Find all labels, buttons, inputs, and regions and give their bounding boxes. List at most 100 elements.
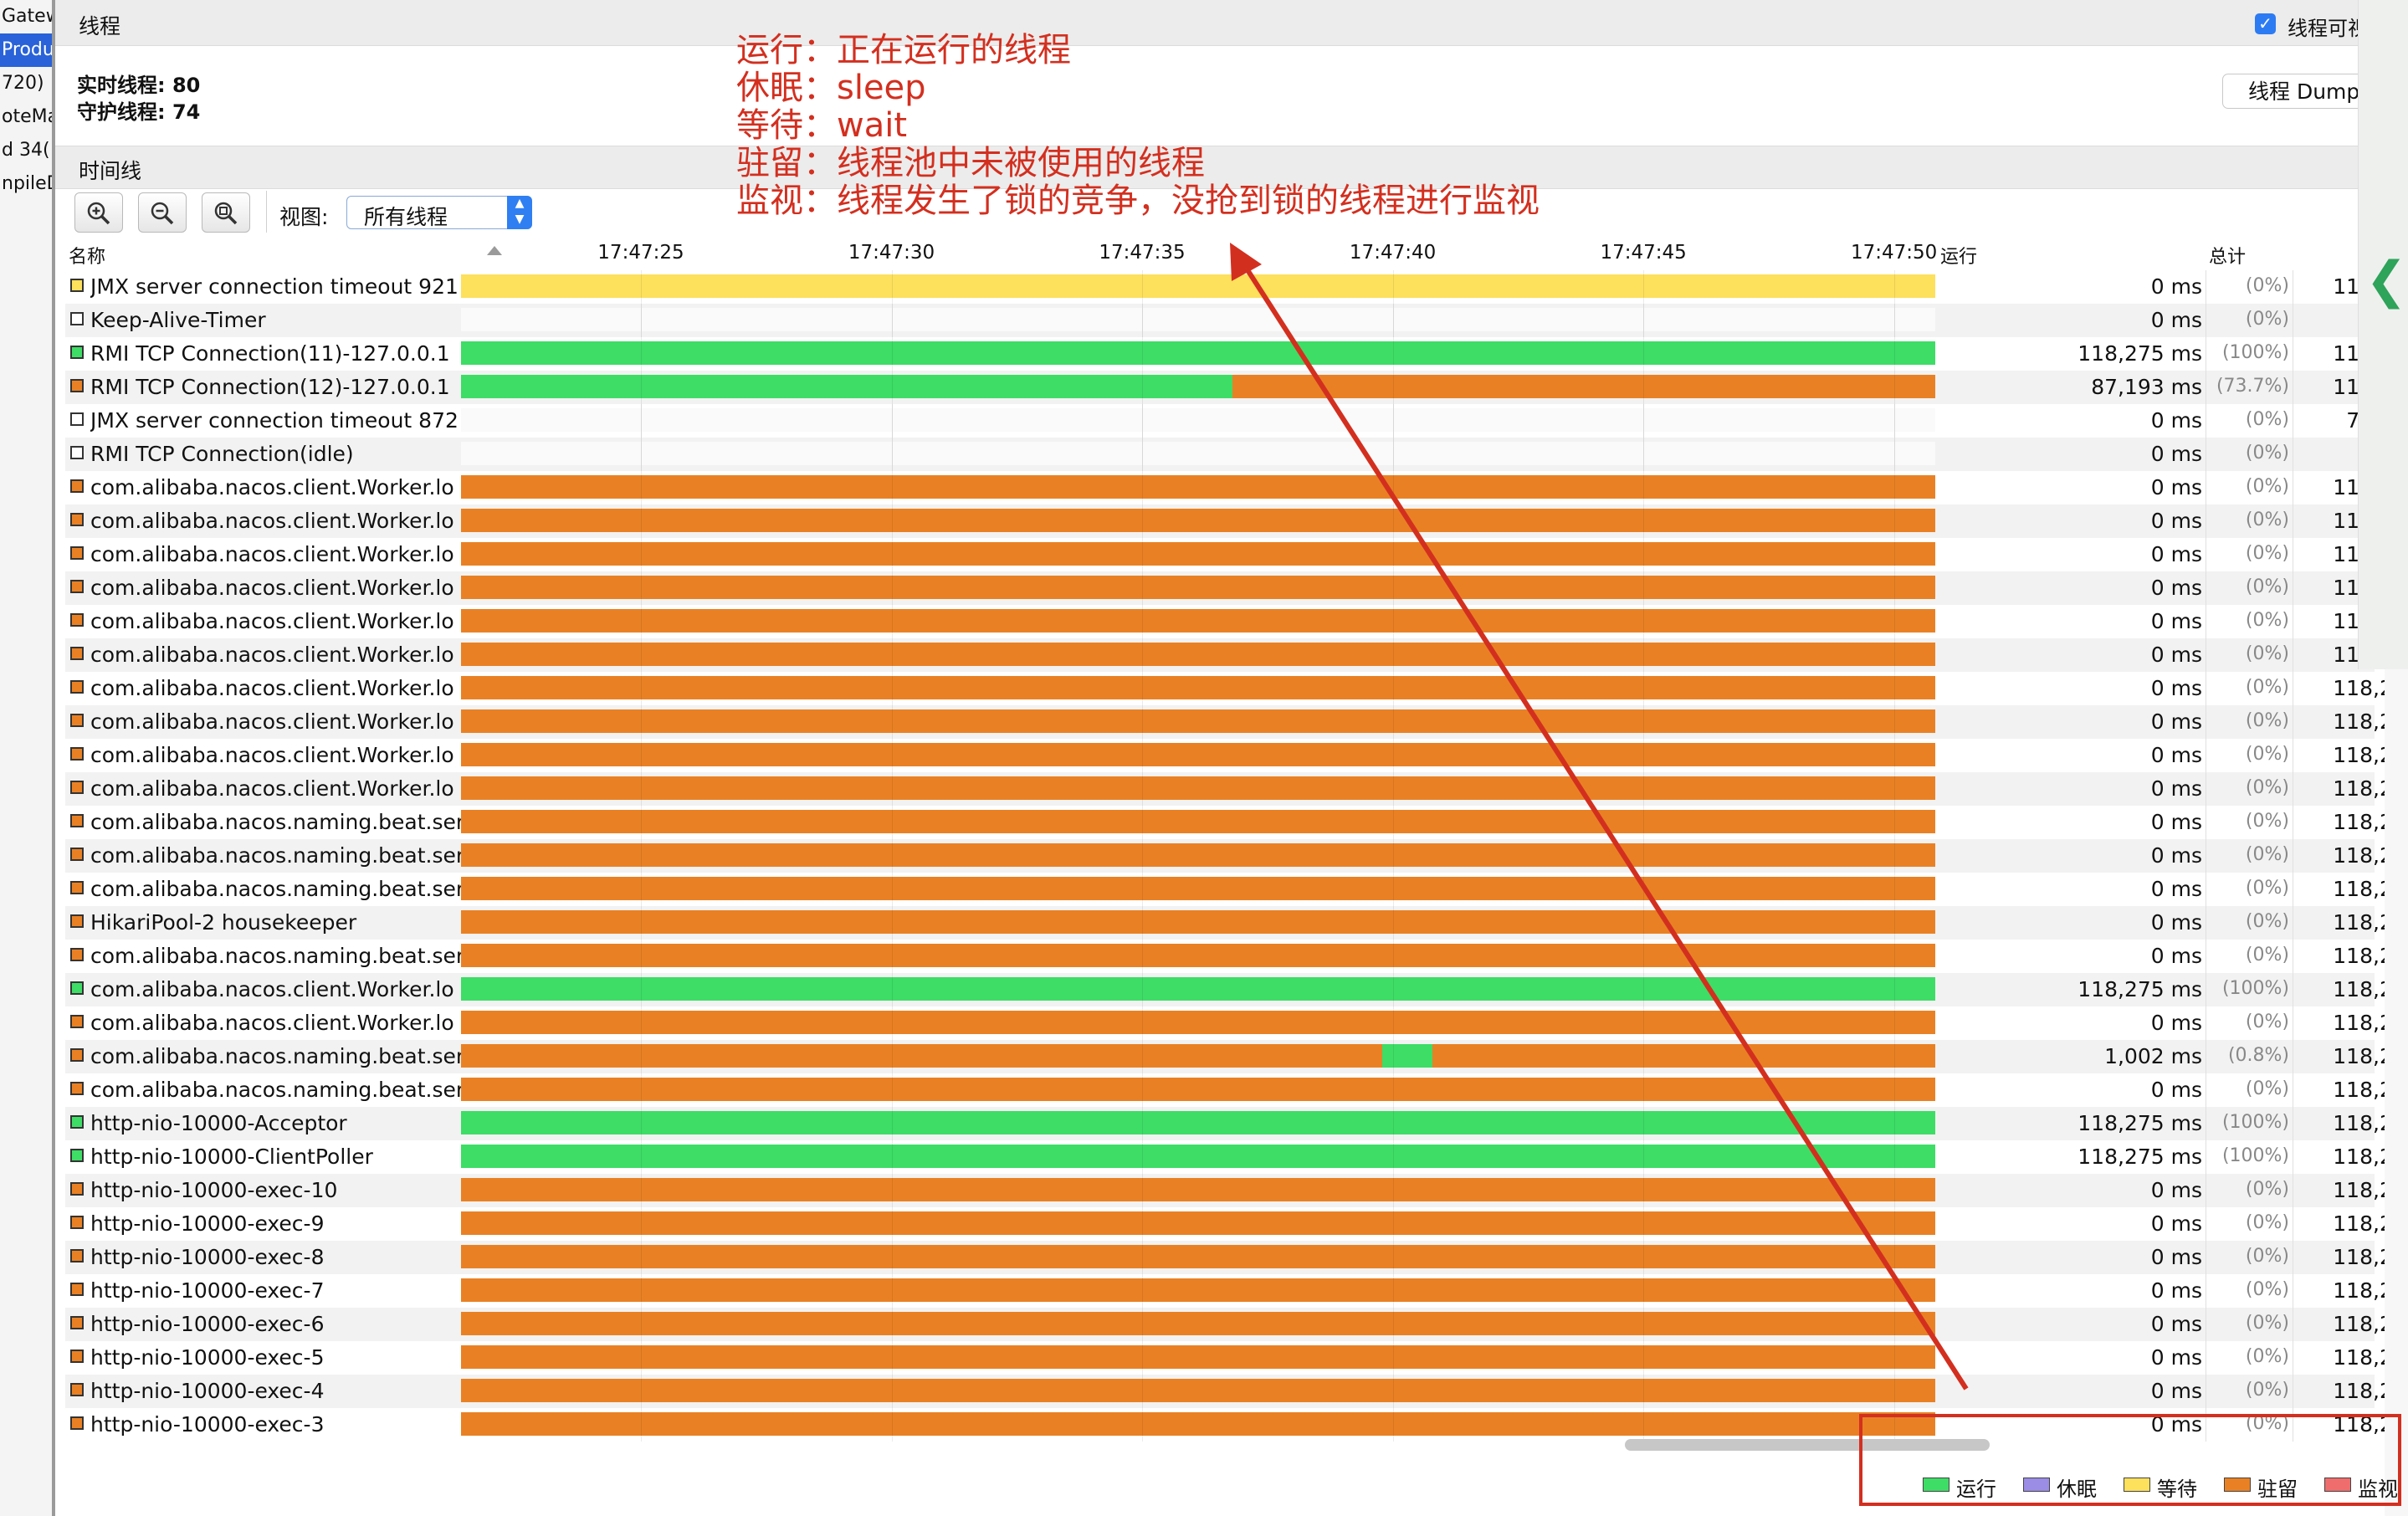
grid-line [891, 940, 893, 973]
visible-checkbox-label: 线程可视 [2288, 17, 2368, 40]
grid-line [1643, 638, 1645, 672]
thread-name: JMX server connection timeout 872 [90, 408, 459, 433]
thread-row[interactable]: com.alibaba.nacos.naming.beat.ser 0 ms (0%… [65, 873, 2408, 906]
thread-row[interactable]: com.alibaba.nacos.client.Worker.lo 0 ms (0… [65, 672, 2408, 705]
thread-row[interactable]: JMX server connection timeout 921 0 ms (0%… [65, 270, 2408, 304]
thread-timeline [461, 605, 1935, 638]
thread-running-time: 0 ms [2150, 1011, 2202, 1035]
grid-line [891, 538, 893, 571]
thread-row[interactable]: com.alibaba.nacos.naming.beat.ser 0 ms (0%… [65, 940, 2408, 973]
thread-row[interactable]: RMI TCP Connection(11)-127.0.0.1 118,275 … [65, 337, 2408, 371]
thread-running-time: 0 ms [2150, 1178, 2202, 1202]
grid-line [1643, 1107, 1645, 1140]
thread-row[interactable]: HikariPool-2 housekeeper0 ms(0%)118,275 … [65, 906, 2408, 940]
legend-label: 等待 [2157, 1478, 2197, 1501]
column-header-name[interactable]: 名称 [69, 242, 105, 268]
sidebar-item[interactable]: 720) [0, 67, 52, 100]
view-select[interactable]: 所有线程 ▲ ▼ [346, 196, 532, 229]
thread-row[interactable]: http-nio-10000-exec-50 ms(0%)118,275 ms [65, 1341, 2408, 1375]
thread-running-time: 0 ms [2150, 709, 2202, 734]
grid-line [1893, 371, 1895, 404]
thread-total-time: 118,275 ms [2333, 743, 2408, 767]
thread-row[interactable]: RMI TCP Connection(12)-127.0.0.1 87,193 m… [65, 371, 2408, 404]
thread-name: com.alibaba.nacos.naming.beat.ser [90, 810, 465, 834]
thread-running-time: 0 ms [2150, 843, 2202, 868]
thread-row[interactable]: http-nio-10000-ClientPoller 118,275 ms (10… [65, 1140, 2408, 1174]
thread-row[interactable]: com.alibaba.nacos.naming.beat.ser 0 ms (0%… [65, 806, 2408, 839]
thread-running-time: 0 ms [2150, 576, 2202, 600]
grid-line [891, 337, 893, 371]
grid-line [1392, 605, 1394, 638]
thread-state-swatch [70, 1182, 84, 1196]
thread-row[interactable]: com.alibaba.nacos.naming.beat.ser 1,002 m… [65, 1040, 2408, 1073]
visible-checkbox[interactable]: ✓ [2255, 13, 2276, 34]
grid-line [1643, 1375, 1645, 1408]
thread-row[interactable]: http-nio-10000-exec-100 ms(0%)118,275 ms [65, 1174, 2408, 1207]
timeline-segment-parked [461, 1211, 1935, 1235]
thread-timeline [461, 806, 1935, 839]
thread-row[interactable]: com.alibaba.nacos.client.Worker.lo 0 ms (0… [65, 504, 2408, 538]
sidebar-item[interactable]: oteMa [0, 100, 52, 134]
sidebar-item[interactable]: d 34( [0, 134, 52, 167]
grid-line [640, 973, 642, 1006]
thread-total-time: 118,275 ms [2333, 944, 2408, 968]
chevron-left-icon[interactable]: ❮ [2365, 251, 2407, 310]
column-header-running[interactable]: 运行 [1940, 242, 1977, 268]
thread-row[interactable]: com.alibaba.nacos.client.Worker.lo 118,27… [65, 973, 2408, 1006]
thread-row[interactable]: com.alibaba.nacos.client.Worker.lo 0 ms (0… [65, 638, 2408, 672]
zoom-fit-button[interactable] [202, 192, 250, 233]
thread-timeline [461, 772, 1935, 806]
thread-row[interactable]: JMX server connection timeout 872 0 ms (0%… [65, 404, 2408, 438]
thread-row[interactable]: com.alibaba.nacos.client.Worker.lo 0 ms (0… [65, 705, 2408, 739]
zoom-out-button[interactable] [138, 192, 187, 233]
grid-line [1893, 1308, 1895, 1341]
thread-state-swatch [70, 781, 84, 794]
thread-row[interactable]: com.alibaba.nacos.client.Worker.lo 0 ms (0… [65, 1006, 2408, 1040]
grid-line [1893, 638, 1895, 672]
thread-row[interactable]: com.alibaba.nacos.client.Worker.lo 0 ms (0… [65, 571, 2408, 605]
grid-line [891, 672, 893, 705]
thread-name: RMI TCP Connection(idle) [90, 442, 354, 466]
thread-name: Keep-Alive-Timer [90, 308, 266, 332]
legend-swatch [2124, 1478, 2150, 1492]
thread-row[interactable]: http-nio-10000-exec-60 ms(0%)118,275 ms [65, 1308, 2408, 1341]
grid-line [1893, 940, 1895, 973]
grid-line [1142, 270, 1144, 304]
thread-row[interactable]: com.alibaba.nacos.client.Worker.lo 0 ms (0… [65, 538, 2408, 571]
sidebar-item[interactable]: npileD [0, 167, 52, 201]
grid-line [891, 1341, 893, 1375]
thread-row[interactable]: com.alibaba.nacos.client.Worker.lo 0 ms (0… [65, 471, 2408, 504]
thread-timeline [461, 471, 1935, 504]
thread-row[interactable]: com.alibaba.nacos.naming.beat.ser 0 ms (0%… [65, 839, 2408, 873]
grid-line [891, 1073, 893, 1107]
grid-line [1893, 1107, 1895, 1140]
grid-line [1142, 906, 1144, 940]
thread-row[interactable]: http-nio-10000-exec-80 ms(0%)118,275 ms [65, 1241, 2408, 1274]
thread-timeline [461, 270, 1935, 304]
column-header-total[interactable]: 总计 [2209, 242, 2246, 268]
thread-timeline [461, 1174, 1935, 1207]
sidebar-item[interactable]: Gatew [0, 0, 52, 33]
thread-row[interactable]: Keep-Alive-Timer0 ms(0%)1,980 ms [65, 304, 2408, 337]
thread-row[interactable]: com.alibaba.nacos.client.Worker.lo 0 ms (0… [65, 772, 2408, 806]
thread-row[interactable]: com.alibaba.nacos.naming.beat.ser 0 ms (0%… [65, 1073, 2408, 1107]
thread-row[interactable]: http-nio-10000-exec-70 ms(0%)118,275 ms [65, 1274, 2408, 1308]
timeline-segment-parked [1432, 1044, 1935, 1068]
thread-row[interactable]: http-nio-10000-exec-40 ms(0%)118,275 ms [65, 1375, 2408, 1408]
grid-line [891, 638, 893, 672]
thread-row[interactable]: http-nio-10000-Acceptor 118,275 ms (100%) 1… [65, 1107, 2408, 1140]
thread-row[interactable]: com.alibaba.nacos.client.Worker.lo 0 ms (0… [65, 605, 2408, 638]
thread-row[interactable]: com.alibaba.nacos.client.Worker.lo 0 ms (0… [65, 739, 2408, 772]
thread-running-time: 0 ms [2150, 1078, 2202, 1102]
grid-line [1893, 873, 1895, 906]
thread-row[interactable]: RMI TCP Connection(idle)0 ms(0%)9,997 ms [65, 438, 2408, 471]
timeline-segment-parked [461, 843, 1935, 867]
grid-line [1643, 1073, 1645, 1107]
thread-row[interactable]: http-nio-10000-exec-90 ms(0%)118,275 ms [65, 1207, 2408, 1241]
thread-state-swatch [70, 747, 84, 761]
grid-line [1893, 672, 1895, 705]
legend-swatch [2224, 1478, 2251, 1492]
select-arrows-icon: ▲ ▼ [507, 196, 532, 229]
sidebar-item[interactable]: Produ [0, 33, 52, 67]
zoom-in-button[interactable] [74, 192, 123, 233]
